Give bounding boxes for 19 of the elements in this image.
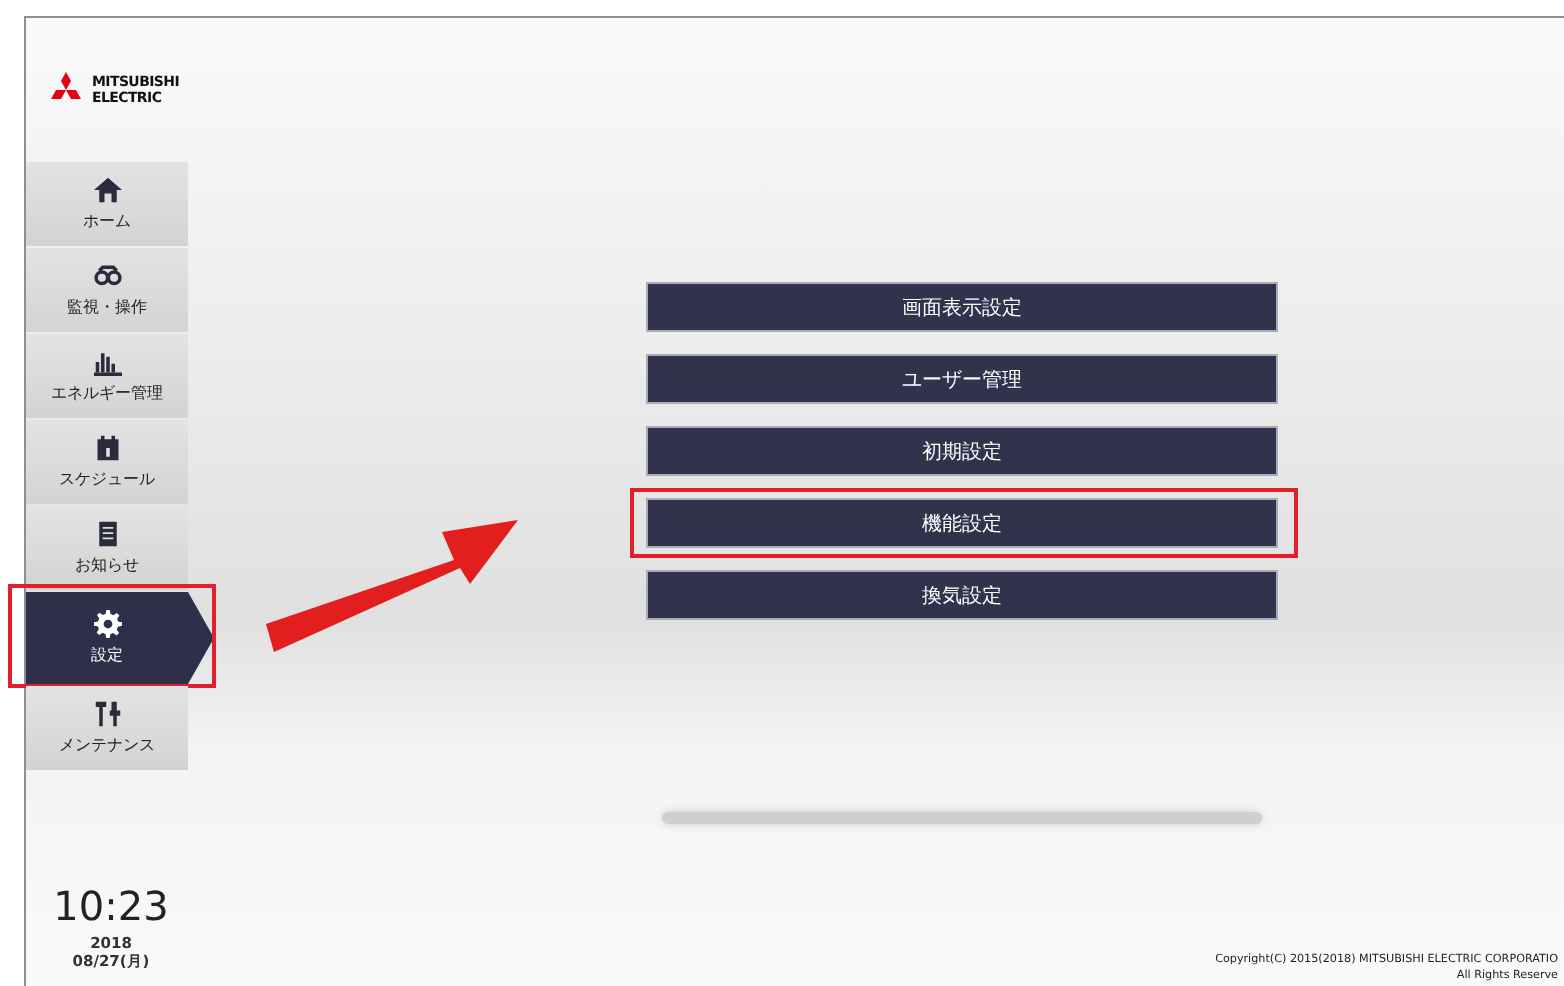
- sidebar-item[interactable]: エネルギー管理: [26, 334, 188, 418]
- clock-time: 10:23: [53, 882, 169, 930]
- nav-icon: [93, 610, 121, 638]
- nav-icon: [93, 176, 121, 204]
- menu-button[interactable]: 画面表示設定: [646, 282, 1278, 332]
- sidebar-item[interactable]: ホーム: [26, 162, 188, 246]
- menu-button[interactable]: 機能設定: [646, 498, 1278, 548]
- menu-button[interactable]: 換気設定: [646, 570, 1278, 620]
- nav-icon: [93, 700, 121, 728]
- nav-icon: [93, 348, 121, 376]
- nav-icon: [93, 262, 121, 290]
- sidebar-item[interactable]: スケジュール: [26, 420, 188, 504]
- nav-icon: [93, 434, 121, 462]
- sidebar-item[interactable]: 監視・操作: [26, 248, 188, 332]
- menu-button[interactable]: ユーザー管理: [646, 354, 1278, 404]
- menu-button[interactable]: 初期設定: [646, 426, 1278, 476]
- sidebar-item[interactable]: メンテナンス: [26, 686, 188, 770]
- nav-icon: [93, 520, 121, 548]
- sidebar-item[interactable]: お知らせ: [26, 506, 188, 590]
